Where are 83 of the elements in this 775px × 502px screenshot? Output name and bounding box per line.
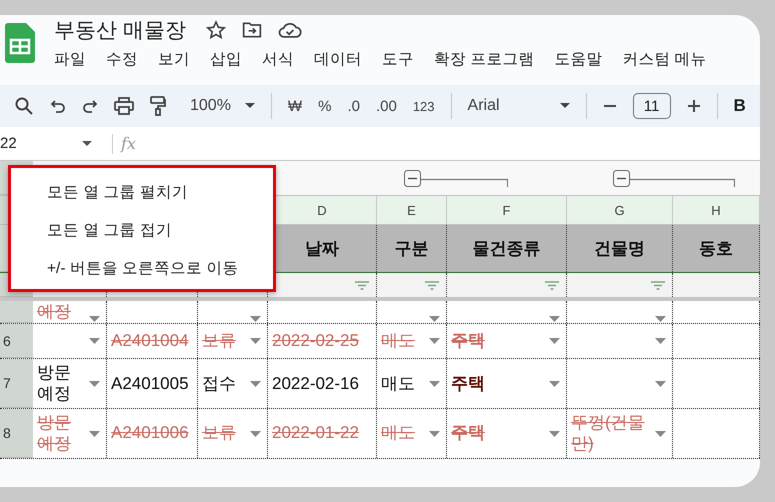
caret-icon bbox=[244, 103, 255, 109]
dropdown-arrow-icon[interactable] bbox=[655, 316, 666, 322]
column-letter[interactable]: H bbox=[711, 202, 721, 218]
dropdown-arrow-icon[interactable] bbox=[250, 380, 261, 387]
print-icon[interactable] bbox=[114, 97, 134, 115]
column-header: 구분 bbox=[394, 238, 428, 260]
dropdown-arrow-icon[interactable] bbox=[89, 338, 100, 344]
table-cell[interactable]: 접수 bbox=[198, 359, 268, 408]
caret-icon[interactable] bbox=[82, 140, 92, 146]
folder-move-icon[interactable] bbox=[242, 21, 262, 39]
collapse-group-button[interactable] bbox=[404, 170, 421, 186]
table-cell[interactable]: 방문 예정 bbox=[33, 359, 107, 408]
dropdown-arrow-icon[interactable] bbox=[549, 430, 560, 437]
column-letter[interactable]: D bbox=[317, 202, 327, 218]
dropdown-arrow-icon[interactable] bbox=[429, 380, 440, 387]
document-title[interactable]: 부동산 매물장 bbox=[54, 16, 186, 44]
search-icon[interactable] bbox=[14, 96, 34, 116]
sheets-logo-icon[interactable] bbox=[5, 23, 35, 63]
row-header[interactable]: 7 bbox=[0, 359, 33, 408]
menu-item[interactable]: 확장 프로그램 bbox=[434, 49, 534, 70]
dropdown-arrow-icon[interactable] bbox=[429, 316, 440, 322]
paint-format-icon[interactable] bbox=[150, 96, 166, 116]
filter-icon[interactable] bbox=[545, 280, 559, 290]
menu-item[interactable]: 데이터 bbox=[314, 49, 362, 70]
menu-item[interactable]: 보기 bbox=[158, 49, 190, 70]
dropdown-arrow-icon[interactable] bbox=[429, 338, 440, 344]
column-letter[interactable]: F bbox=[502, 202, 510, 218]
star-icon[interactable] bbox=[206, 20, 226, 40]
bold-button[interactable]: B bbox=[734, 96, 746, 116]
table-cell: A2401005 bbox=[107, 359, 198, 408]
column-header: 날짜 bbox=[305, 238, 339, 260]
table-cell: 2022-02-16 bbox=[268, 359, 377, 408]
dropdown-arrow-icon[interactable] bbox=[549, 316, 560, 322]
number-format-button[interactable]: % bbox=[318, 98, 332, 114]
dropdown-arrow-icon[interactable] bbox=[549, 338, 560, 344]
dropdown-arrow-icon[interactable] bbox=[549, 380, 560, 387]
filter-icon[interactable] bbox=[425, 280, 439, 290]
dropdown-arrow-icon[interactable] bbox=[89, 430, 100, 437]
menu-item[interactable]: 모든 열 그룹 접기 bbox=[47, 220, 273, 241]
number-format-button[interactable]: .00 bbox=[376, 98, 397, 114]
dropdown-arrow-icon[interactable] bbox=[89, 380, 100, 387]
number-format-button[interactable]: 123 bbox=[412, 98, 435, 114]
row-header[interactable]: 8 bbox=[0, 409, 33, 458]
font-dropdown[interactable]: Arial bbox=[468, 97, 570, 115]
column-header: 물건종류 bbox=[472, 238, 540, 260]
row-header[interactable]: 6 bbox=[0, 324, 33, 358]
table-cell[interactable]: 주택 bbox=[447, 359, 567, 408]
menu-item[interactable]: 도구 bbox=[382, 49, 414, 70]
dropdown-arrow-icon[interactable] bbox=[655, 430, 666, 437]
menu-item[interactable]: 파일 bbox=[54, 49, 86, 70]
plus-icon[interactable] bbox=[686, 99, 701, 113]
font-size-field[interactable]: 11 bbox=[632, 93, 671, 119]
dropdown-arrow-icon[interactable] bbox=[655, 380, 666, 387]
collapse-group-button[interactable] bbox=[613, 170, 630, 186]
filter-icon[interactable] bbox=[651, 280, 665, 290]
column-letter[interactable]: G bbox=[614, 202, 625, 218]
menu-item[interactable]: +/- 버튼을 오른쪽으로 이동 bbox=[47, 258, 273, 279]
number-format-button[interactable]: .0 bbox=[347, 98, 360, 114]
menu-item[interactable]: 모든 열 그룹 펼치기 bbox=[47, 182, 273, 203]
column-letter[interactable]: E bbox=[407, 202, 416, 218]
caret-icon bbox=[560, 103, 570, 109]
menu-item[interactable]: 커스텀 메뉴 bbox=[622, 49, 707, 70]
dropdown-arrow-icon[interactable] bbox=[250, 430, 261, 437]
name-box[interactable]: 22 bbox=[0, 135, 74, 152]
undo-icon[interactable] bbox=[50, 98, 66, 114]
table-cell[interactable]: 매도 bbox=[377, 359, 447, 408]
redo-icon[interactable] bbox=[82, 98, 98, 114]
zoom-dropdown[interactable]: 100% bbox=[190, 97, 255, 115]
column-header: 건물명 bbox=[594, 238, 645, 260]
menu-item[interactable]: 수정 bbox=[106, 49, 138, 70]
dropdown-arrow-icon[interactable] bbox=[429, 430, 440, 437]
filter-icon[interactable] bbox=[355, 280, 369, 290]
number-format-button[interactable]: ₩ bbox=[288, 98, 302, 114]
column-header: 동호 bbox=[699, 238, 733, 260]
dropdown-arrow-icon[interactable] bbox=[655, 338, 666, 344]
fx-label: fx bbox=[121, 134, 136, 153]
menu-item[interactable]: 삽입 bbox=[210, 49, 242, 70]
dropdown-arrow-icon[interactable] bbox=[250, 316, 261, 322]
menu-item[interactable]: 도움말 bbox=[554, 49, 602, 70]
dropdown-arrow-icon[interactable] bbox=[89, 316, 100, 322]
menu-item[interactable]: 서식 bbox=[262, 49, 294, 70]
cloud-check-icon[interactable] bbox=[278, 21, 302, 39]
dropdown-arrow-icon[interactable] bbox=[250, 338, 261, 344]
